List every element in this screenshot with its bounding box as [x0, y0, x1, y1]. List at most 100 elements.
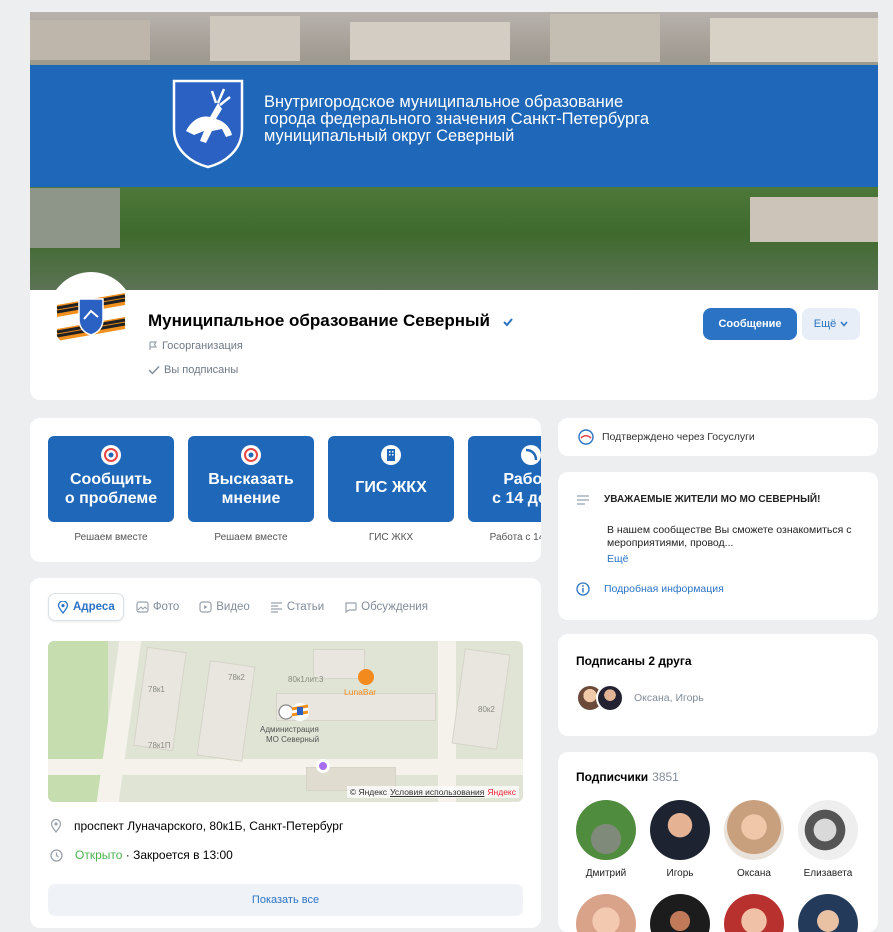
- map-building: [133, 646, 187, 752]
- work-hours-icon: [521, 445, 541, 465]
- follower-name: Игорь: [666, 868, 694, 879]
- tab-label: Видео: [216, 601, 250, 613]
- chevron-down-icon: [840, 321, 848, 327]
- followers-widget: Подписчики 3851 Дмитрий Игорь Оксана Елиз…: [558, 752, 878, 932]
- follower-item[interactable]: Елизавета: [798, 800, 858, 879]
- friend-avatar[interactable]: [596, 684, 624, 712]
- community-category: Госорганизация: [148, 340, 243, 352]
- show-all-button[interactable]: Показать все: [48, 884, 523, 916]
- about-widget: УВАЖАЕМЫЕ ЖИТЕЛИ МО МО СЕВЕРНЫЙ! В нашем…: [558, 472, 878, 620]
- map-label: 78к1П: [148, 741, 171, 750]
- flag-icon: [149, 341, 158, 351]
- service-label: Работа с 14 до 18: [492, 471, 541, 507]
- hours-row: Открыто · Закроется в 13:00: [50, 848, 233, 862]
- map-poi-label: МО Северный: [266, 735, 320, 744]
- service-card[interactable]: Работа с 14 до 18 Работа с 14 до 18: [468, 436, 541, 543]
- service-caption: ГИС ЖКХ: [368, 532, 414, 543]
- administration-marker-icon[interactable]: [278, 701, 310, 723]
- more-button[interactable]: Ещё: [802, 308, 860, 340]
- community-avatar[interactable]: [48, 272, 134, 358]
- follower-avatar[interactable]: [576, 800, 636, 860]
- gosuslugi-verification: Подтверждено через Госуслуги: [558, 418, 878, 456]
- more-info-link[interactable]: Подробная информация: [576, 582, 724, 596]
- attribution-prefix: © Яндекс: [349, 787, 388, 797]
- cover-building: [350, 22, 510, 60]
- address-map[interactable]: 78к1 78к2 80к1лит.3 78к1П 80к2 LunaBar А…: [48, 641, 523, 802]
- followers-count: 3851: [652, 770, 679, 784]
- follower-item[interactable]: [576, 894, 636, 932]
- message-button[interactable]: Сообщение: [703, 308, 797, 340]
- cover-building: [30, 20, 150, 60]
- discussion-icon: [345, 602, 357, 613]
- service-tile[interactable]: Работа с 14 до 18: [468, 436, 541, 522]
- map-poi-label: Администрация: [260, 725, 319, 734]
- cover-building: [550, 14, 660, 62]
- info-icon: [576, 582, 590, 596]
- gosuslugi-opinion-icon: [241, 445, 261, 465]
- follower-item[interactable]: Игорь: [650, 800, 710, 879]
- tab-videos[interactable]: Видео: [191, 593, 258, 621]
- tab-label: Обсуждения: [361, 601, 428, 613]
- friends-widget: Подписаны 2 друга Оксана, Игорь: [558, 634, 878, 736]
- pin-icon: [57, 600, 69, 614]
- hours-text: Открыто · Закроется в 13:00: [75, 848, 233, 862]
- about-headline: УВАЖАЕМЫЕ ЖИТЕЛИ МО МО СЕВЕРНЫЙ!: [604, 494, 821, 505]
- service-card[interactable]: Сообщить о проблеме Решаем вместе: [48, 436, 174, 543]
- cover-image: Внутригородское муниципальное образовани…: [30, 12, 878, 290]
- follower-avatar[interactable]: [798, 894, 858, 932]
- follower-item[interactable]: [798, 894, 858, 932]
- follower-avatar[interactable]: [576, 894, 636, 932]
- service-tile[interactable]: Высказать мнение: [188, 436, 314, 522]
- video-icon: [199, 601, 212, 613]
- description-icon: [577, 495, 589, 505]
- follower-name: Дмитрий: [585, 868, 627, 879]
- service-card[interactable]: Высказать мнение Решаем вместе: [188, 436, 314, 543]
- map-label: 78к2: [228, 673, 245, 682]
- map-building: [196, 660, 256, 762]
- follower-avatar[interactable]: [650, 894, 710, 932]
- friends-row[interactable]: Оксана, Игорь: [576, 684, 704, 712]
- article-icon: [270, 602, 282, 613]
- about-description: В нашем сообществе Вы сможете ознакомить…: [607, 524, 852, 549]
- follower-avatar[interactable]: [724, 800, 784, 860]
- bar-pin-icon[interactable]: [358, 669, 374, 685]
- cover-line: муниципальный округ Северный: [264, 127, 515, 145]
- yandex-logo: Яндекс: [487, 787, 516, 797]
- follower-avatar[interactable]: [798, 800, 858, 860]
- followers-title: Подписчики: [576, 770, 649, 784]
- tab-discussions[interactable]: Обсуждения: [336, 593, 436, 621]
- clock-icon: [50, 848, 63, 862]
- cover-building: [710, 18, 878, 62]
- tab-photos[interactable]: Фото: [128, 593, 187, 621]
- show-more-link[interactable]: Ещё: [607, 553, 628, 565]
- friends-names: Оксана, Игорь: [634, 692, 704, 704]
- tab-articles[interactable]: Статьи: [262, 593, 332, 621]
- subscription-status[interactable]: Вы подписаны: [148, 364, 238, 376]
- tab-label: Фото: [152, 601, 180, 613]
- follower-name: Елизавета: [803, 868, 853, 879]
- follower-item[interactable]: [650, 894, 710, 932]
- open-status: Открыто: [75, 848, 123, 862]
- service-card[interactable]: ГИС ЖКХ ГИС ЖКХ: [328, 436, 454, 543]
- follower-avatar[interactable]: [724, 894, 784, 932]
- follower-item[interactable]: Оксана: [724, 800, 784, 879]
- service-tile[interactable]: Сообщить о проблеме: [48, 436, 174, 522]
- terms-link[interactable]: Условия использования: [390, 787, 484, 797]
- map-poi-label: LunaBar: [344, 687, 377, 697]
- follower-item[interactable]: [724, 894, 784, 932]
- cover-line: Внутригородское муниципальное образовани…: [264, 93, 624, 111]
- address-text: проспект Луначарского, 80к1Б, Санкт-Пете…: [74, 819, 344, 833]
- service-tile[interactable]: ГИС ЖКХ: [328, 436, 454, 522]
- location-marker-icon[interactable]: [316, 759, 330, 773]
- followers-title-row[interactable]: Подписчики 3851: [576, 770, 679, 784]
- follower-item[interactable]: Дмитрий: [576, 800, 636, 879]
- friends-title[interactable]: Подписаны 2 друга: [576, 654, 692, 668]
- closing-time: · Закроется в 13:00: [122, 848, 233, 862]
- cover-building: [210, 16, 300, 61]
- subscribed-label: Вы подписаны: [164, 364, 239, 376]
- about-headline-row: УВАЖАЕМЫЕ ЖИТЕЛИ МО МО СЕВЕРНЫЙ!: [576, 494, 820, 506]
- addresses-widget: Адреса Фото Видео Статьи Обсуждения 78к1: [30, 578, 541, 928]
- follower-avatar[interactable]: [650, 800, 710, 860]
- cover-line: города федерального значения Санкт-Петер…: [264, 110, 650, 128]
- tab-addresses[interactable]: Адреса: [48, 593, 124, 621]
